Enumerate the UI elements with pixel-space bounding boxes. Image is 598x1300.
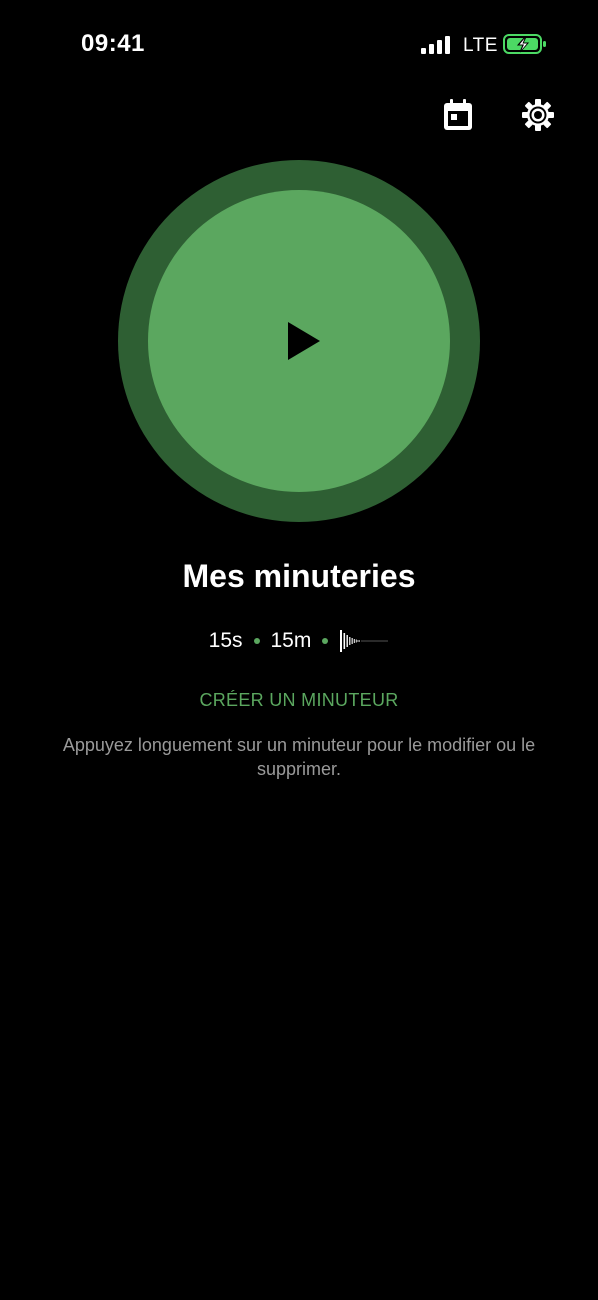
play-icon xyxy=(288,322,320,360)
waveform-icon[interactable] xyxy=(339,628,389,654)
signal-strength-icon xyxy=(421,36,453,54)
separator-dot xyxy=(253,638,260,644)
section-title: Mes minuteries xyxy=(182,558,416,594)
timer-chip-15s[interactable]: 15s xyxy=(209,629,243,653)
battery-charging-icon xyxy=(503,33,547,55)
calendar-icon xyxy=(444,99,472,130)
hint-text: Appuyez longuement sur un minuteur pour … xyxy=(62,735,536,779)
timer-list: 15s 15m xyxy=(0,626,598,656)
network-type: LTE xyxy=(463,35,498,56)
create-timer-button[interactable]: CRÉER UN MINUTEUR xyxy=(0,690,598,711)
settings-button[interactable] xyxy=(518,95,558,135)
calendar-button[interactable] xyxy=(438,95,478,135)
timer-chip-15m[interactable]: 15m xyxy=(271,629,312,653)
gear-icon xyxy=(522,99,554,131)
separator-dot xyxy=(322,638,329,644)
status-bar: 09:41 LTE xyxy=(0,0,598,90)
status-time: 09:41 xyxy=(81,30,145,57)
